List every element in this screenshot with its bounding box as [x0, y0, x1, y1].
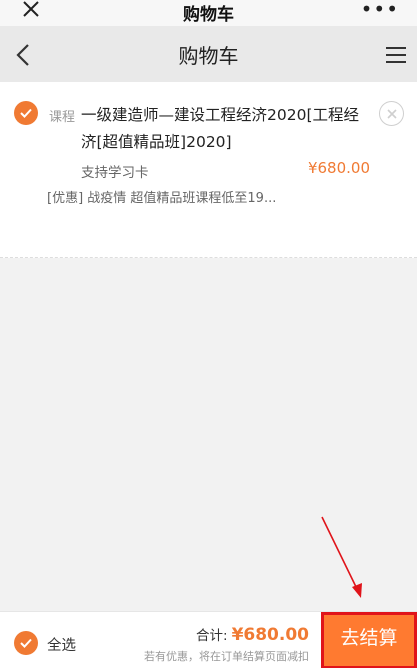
checkout-button[interactable]: 去结算 [321, 612, 417, 668]
close-icon[interactable] [20, 0, 42, 22]
item-type-tag: 课程 [49, 110, 76, 125]
total-amount: ¥680.00 [231, 625, 309, 645]
total-row: 合计: ¥680.00 [196, 624, 309, 645]
remove-item-button[interactable] [379, 101, 404, 126]
checkmark-icon [20, 108, 32, 118]
cart-item-card: 课程 一级建造师—建设工程经济2020[工程经济[超值精品班]2020] 支持学… [0, 82, 417, 258]
select-all-label[interactable]: 全选 [47, 634, 76, 655]
close-circle-icon [386, 108, 397, 119]
checkout-bar: 全选 合计: ¥680.00 若有优惠，将在订单结算页面减扣 去结算 [0, 611, 417, 668]
annotation-arrow [321, 516, 362, 598]
checkmark-icon [20, 638, 32, 648]
navigation-bar: 购物车 [0, 26, 417, 82]
course-title[interactable]: 一级建造师—建设工程经济2020[工程经济[超值精品班]2020] [81, 102, 371, 156]
item-checkbox[interactable] [14, 101, 38, 125]
discount-hint: 若有优惠，将在订单结算页面减扣 [144, 650, 309, 663]
study-card-support: 支持学习卡 [81, 165, 149, 181]
back-arrow-icon[interactable] [14, 44, 34, 66]
more-icon[interactable]: ••• [361, 0, 399, 19]
menu-icon[interactable] [385, 46, 407, 64]
page-title: 购物车 [178, 43, 239, 68]
select-all-checkbox[interactable] [14, 631, 38, 655]
item-price: ¥680.00 [307, 159, 370, 177]
status-title-bar: 购物车 ••• [0, 0, 417, 26]
top-title: 购物车 [183, 4, 234, 25]
total-label: 合计: [196, 628, 228, 644]
promo-text: [优惠] 战疫情 超值精品班课程低至19... [47, 191, 277, 206]
